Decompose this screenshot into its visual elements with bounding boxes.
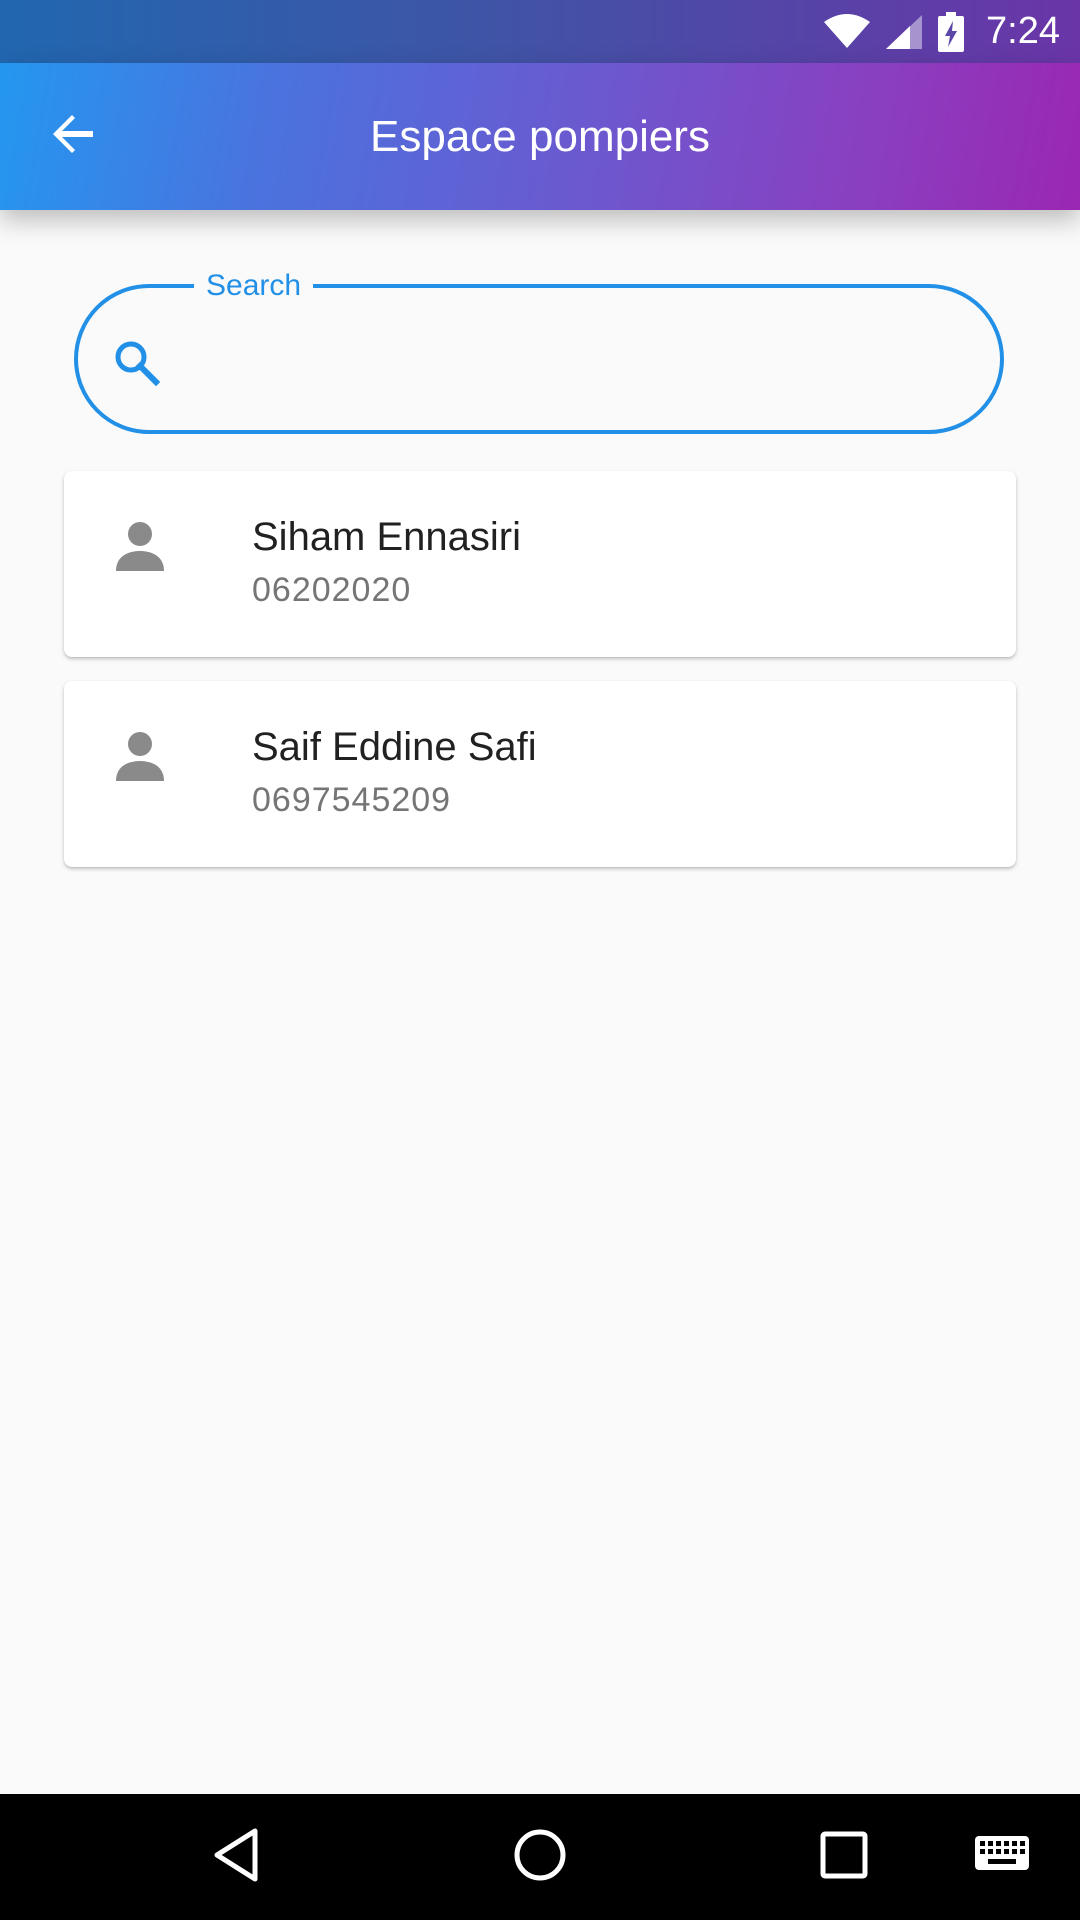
- navigation-bar: [0, 1794, 1080, 1920]
- person-icon: [112, 519, 168, 575]
- list-item[interactable]: Saif Eddine Safi 0697545209: [64, 681, 1016, 867]
- app-bar: Espace pompiers: [0, 63, 1080, 210]
- screen: 7:24 Espace pompiers Search Siham Ennasi…: [0, 0, 1080, 1920]
- status-icons: 7:24: [824, 0, 1060, 63]
- contact-name: Saif Eddine Safi: [252, 725, 537, 769]
- arrow-back-icon: [49, 110, 97, 163]
- search-icon: [112, 338, 161, 387]
- recents-square-icon: [819, 1830, 869, 1885]
- contact-phone: 0697545209: [252, 781, 452, 819]
- back-button[interactable]: [30, 93, 116, 179]
- signal-icon: [884, 13, 924, 51]
- wifi-icon: [824, 13, 871, 50]
- keyboard-icon: [974, 1835, 1030, 1880]
- page-title: Espace pompiers: [370, 112, 710, 161]
- list-item[interactable]: Siham Ennasiri 06202020: [64, 471, 1016, 657]
- search-input[interactable]: [188, 318, 972, 402]
- person-icon: [112, 729, 168, 785]
- nav-recents-button[interactable]: [804, 1794, 884, 1920]
- battery-charging-icon: [938, 11, 965, 52]
- search-field[interactable]: Search: [74, 266, 1004, 434]
- status-bar: 7:24: [0, 0, 1080, 63]
- status-time: 7:24: [986, 10, 1060, 52]
- nav-home-button[interactable]: [500, 1794, 580, 1920]
- search-label: Search: [194, 266, 314, 306]
- home-circle-icon: [512, 1827, 568, 1888]
- back-triangle-icon: [211, 1827, 261, 1888]
- nav-back-button[interactable]: [196, 1794, 276, 1920]
- contact-name: Siham Ennasiri: [252, 515, 522, 559]
- nav-keyboard-button[interactable]: [968, 1794, 1036, 1920]
- contact-phone: 06202020: [252, 571, 412, 609]
